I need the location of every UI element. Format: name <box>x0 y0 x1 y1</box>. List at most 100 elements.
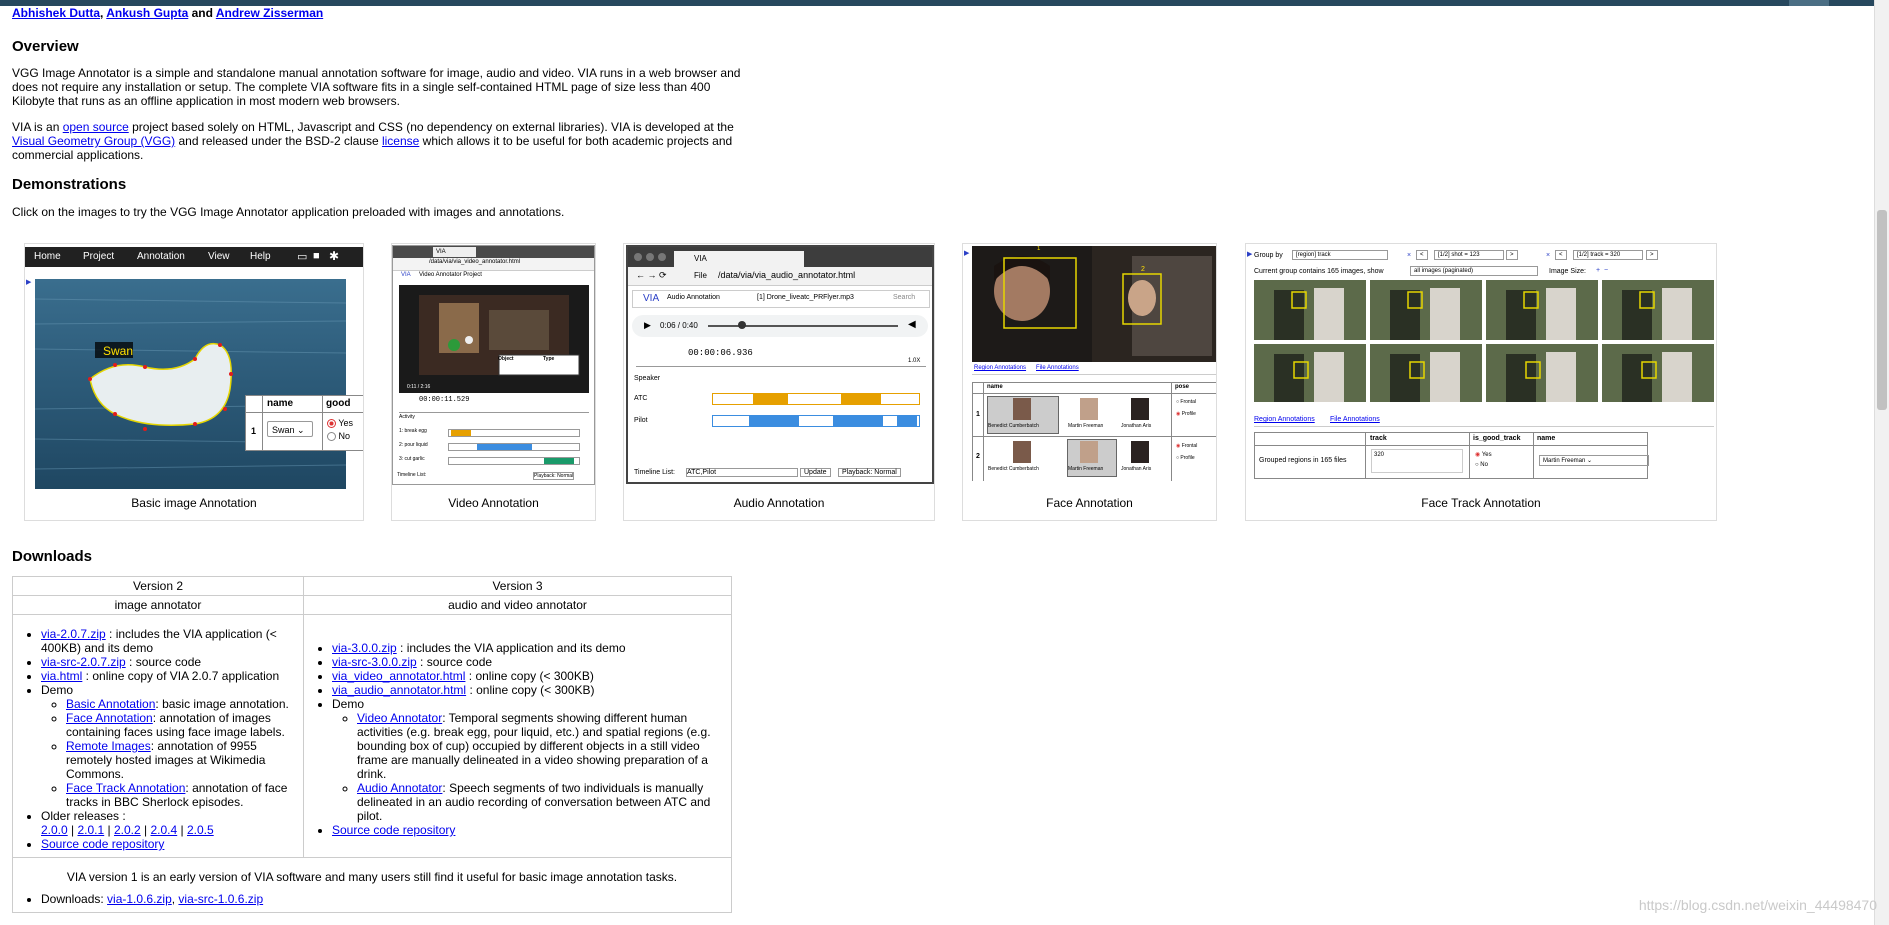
open-source-link[interactable]: open source <box>63 120 129 134</box>
panel-toggle-icon: ▶ <box>26 279 32 286</box>
audio-annotation-screenshot[interactable]: VIA ← → ⟳ File /data/via/via_audio_annot… <box>626 245 934 484</box>
attr-name-select[interactable]: Swan ⌄ <box>267 421 313 437</box>
version-3-header: Version 3 <box>303 576 732 596</box>
list-item: via-src-3.0.0.zip : source code <box>332 655 731 669</box>
author-link-2[interactable]: Ankush Gupta <box>106 6 188 20</box>
release-2-0-1-link[interactable]: 2.0.1 <box>78 823 105 837</box>
release-2-0-0-link[interactable]: 2.0.0 <box>41 823 68 837</box>
vgg-link[interactable]: Visual Geometry Group (VGG) <box>12 134 175 148</box>
face-name-1: Benedict Cumberbatch <box>988 466 1039 472</box>
via-src-3-zip-link[interactable]: via-src-3.0.0.zip <box>332 655 417 669</box>
browser-tab: VIA <box>433 247 476 257</box>
browser-file-label: File <box>694 271 707 280</box>
list-item: via-3.0.0.zip : includes the VIA applica… <box>332 641 731 655</box>
remote-images-link[interactable]: Remote Images <box>66 739 151 753</box>
attr-col-good: good <box>326 398 351 409</box>
scrollbar-thumb[interactable] <box>1877 210 1887 410</box>
demo-face-track-annotation[interactable]: ▶ Group by [region] track × < [1/2] shot… <box>1245 243 1717 521</box>
face-name-3: Jonathan Aris <box>1121 466 1152 472</box>
overview-paragraph-2: VIA is an open source project based sole… <box>12 120 734 162</box>
overview-paragraph-1: VGG Image Annotator is a simple and stan… <box>12 66 741 108</box>
demo-caption: Face Annotation <box>1046 496 1133 510</box>
via-src-2-zip-link[interactable]: via-src-2.0.7.zip <box>41 655 126 669</box>
next-group-button: > <box>1506 250 1518 260</box>
version-2-header: Version 2 <box>12 576 304 596</box>
via-src-1-zip-link[interactable]: via-src-1.0.6.zip <box>178 892 263 906</box>
audio-file-select: [1] Drone_liveatc_PRFlyer.mp3 <box>757 294 854 301</box>
vertical-scrollbar[interactable] <box>1874 0 1889 925</box>
author-link-3[interactable]: Andrew Zisserman <box>216 6 323 20</box>
file-annotations-tab: File Annotations <box>1330 416 1380 423</box>
list-item: via-2.0.7.zip : includes the VIA applica… <box>41 627 303 655</box>
folder-icon: ▭ <box>297 251 308 263</box>
license-link[interactable]: license <box>382 134 419 148</box>
via-2-zip-link[interactable]: via-2.0.7.zip <box>41 627 106 641</box>
good-track-yes: ◉ Yes <box>1475 452 1492 458</box>
attr-col-name: name <box>267 398 294 409</box>
groupby-label: Group by <box>1254 252 1283 259</box>
source-code-repository-link[interactable]: Source code repository <box>332 823 455 837</box>
via-menubar: Home Project Annotation View Help ▭ ■ ✱ <box>25 247 363 267</box>
close-x-icon: × <box>1546 252 1551 259</box>
audio-annotator-link[interactable]: Audio Annotator <box>357 781 442 795</box>
release-2-0-2-link[interactable]: 2.0.2 <box>114 823 141 837</box>
track-name-select: Martin Freeman ⌄ <box>1539 455 1649 466</box>
version-3-subheader: audio and video annotator <box>303 595 732 615</box>
menu-project: Project <box>83 251 115 262</box>
overview-heading: Overview <box>12 38 79 55</box>
video-annotator-link[interactable]: Video Annotator <box>357 711 442 725</box>
release-2-0-4-link[interactable]: 2.0.4 <box>151 823 178 837</box>
via-video-annotator-link[interactable]: via_video_annotator.html <box>332 669 465 683</box>
save-icon: ■ <box>313 250 320 262</box>
file-annotations-tab: File Annotations <box>1036 365 1079 371</box>
video-frame <box>399 285 589 393</box>
browser-url: /data/via/via_audio_annotator.html <box>718 270 856 280</box>
list-item: via_audio_annotator.html : online copy (… <box>332 683 731 697</box>
grouped-regions-label: Grouped regions in 165 files <box>1259 457 1347 464</box>
face-track-screenshot[interactable]: ▶ Group by [region] track × < [1/2] shot… <box>1246 246 1716 482</box>
version-2-subheader: image annotator <box>12 595 304 615</box>
browser-url: /data/via/via_video_annotator.html <box>429 259 521 265</box>
downloads-table: Version 2 Version 3 image annotator audi… <box>12 576 732 913</box>
gear-icon: ✱ <box>329 249 340 263</box>
face-row-2: 2 <box>976 453 980 460</box>
basic-annotation-screenshot[interactable]: Home Project Annotation View Help ▭ ■ ✱ … <box>25 247 363 491</box>
list-item: Downloads: via-1.0.6.zip, via-src-1.0.6.… <box>41 892 731 906</box>
object-col: Object <box>498 356 514 362</box>
demo-video-annotation[interactable]: VIA /data/via/via_video_annotator.html V… <box>391 243 596 521</box>
via-3-zip-link[interactable]: via-3.0.0.zip <box>332 641 397 655</box>
face-box-2-label: 2 <box>1141 266 1145 273</box>
version-1-description: VIA version 1 is an early version of VIA… <box>66 870 678 884</box>
prev-group-button: < <box>1416 250 1428 260</box>
face-frame-image <box>972 246 1216 362</box>
via-html-link[interactable]: via.html <box>41 669 82 683</box>
good-track-no: ○ No <box>1475 462 1488 468</box>
track-break-egg: 1: break egg <box>399 428 427 434</box>
via-1-zip-link[interactable]: via-1.0.6.zip <box>107 892 172 906</box>
face-name-2: Martin Freeman <box>1068 466 1104 472</box>
release-2-0-5-link[interactable]: 2.0.5 <box>187 823 214 837</box>
demo-face-annotation[interactable]: ▶ 1 2 Region Annotations File Annotation… <box>962 243 1217 521</box>
via-logo: VIA <box>401 272 411 278</box>
face-annotation-link[interactable]: Face Annotation <box>66 711 153 725</box>
via-audio-annotator-link[interactable]: via_audio_annotator.html <box>332 683 466 697</box>
basic-annotation-link[interactable]: Basic Annotation <box>66 697 155 711</box>
demo-basic-image-annotation[interactable]: Home Project Annotation View Help ▭ ■ ✱ … <box>24 243 364 521</box>
menu-home: Home <box>34 251 61 262</box>
pose-profile-2: ○ Profile <box>1176 455 1195 461</box>
face-track-annotation-link[interactable]: Face Track Annotation <box>66 781 185 795</box>
author-link-1[interactable]: Abhishek Dutta <box>12 6 100 20</box>
audio-title: Audio Annotation <box>667 294 720 301</box>
speaker-label: Speaker <box>634 375 661 382</box>
face-track-image-grid <box>1254 280 1714 402</box>
demo-audio-annotation[interactable]: VIA ← → ⟳ File /data/via/via_audio_annot… <box>623 243 935 521</box>
source-code-repository-link[interactable]: Source code repository <box>41 837 164 851</box>
close-x-icon: × <box>1407 252 1412 259</box>
face-annotation-screenshot[interactable]: ▶ 1 2 Region Annotations File Annotation… <box>963 246 1216 481</box>
track-pour-liquid: 2: pour liquid <box>399 442 428 448</box>
attr-good-yes[interactable]: Yes <box>327 418 353 429</box>
track-activity: Activity <box>399 414 415 420</box>
video-annotation-screenshot[interactable]: VIA /data/via/via_video_annotator.html V… <box>392 245 595 485</box>
attr-good-no[interactable]: No <box>327 431 350 442</box>
playback-select: Playback: Normal <box>838 468 901 477</box>
